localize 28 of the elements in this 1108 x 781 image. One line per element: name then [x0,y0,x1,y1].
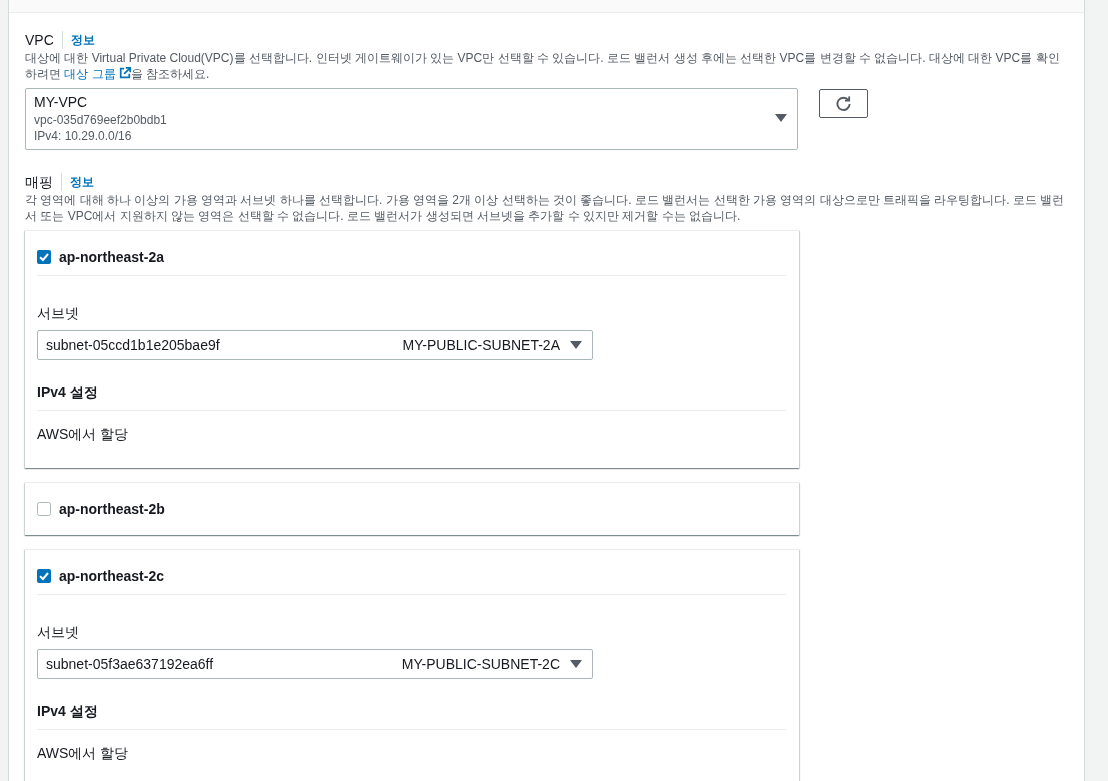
caret-down-icon [570,660,582,668]
subnet-label: 서브넷 [37,623,79,642]
mapping-description: 각 영역에 대해 하나 이상의 가용 영역과 서브넷 하나를 선택합니다. 가용 영역을 2개 이상 선택하는 것이 좋습니다. 로드 밸런서는 선택한 가용 영역의 대상으로만 트래픽을 라우팅합니다. 로드 밸런서 또는 VPC에서 지원하지 않는 영역은 선택할 수 없습니다. 로드 밸런서가 생성되면 서브넷을 추가할 수 있지만 제거할 수는 없습니다. [25,192,1065,224]
external-link-icon [118,67,131,79]
zone-name: ap-northeast-2b [59,500,165,519]
checkbox[interactable] [37,502,51,516]
vpc-description: 대상에 대한 Virtual Private Cloud(VPC)를 선택합니다. 인터넷 게이트웨이가 있는 VPC만 선택할 수 있습니다. 로드 밸런서 생성 후에는 선택한 VPC를 변경할 수 없습니다. 대상에 대한 VPC를 확인하려면 대상 그룹 을 참조하세요. [25,50,1061,82]
zone-name: ap-northeast-2a [59,248,165,267]
ipv4-settings-heading: IPv4 설정 [37,702,98,721]
ipv4-settings-value: AWS에서 할당 [37,425,129,444]
caret-down-icon [775,114,787,122]
checkbox[interactable] [37,250,51,264]
subnet-label: 서브넷 [37,304,79,323]
target-group-link[interactable]: 대상 그룹 [64,67,131,81]
subnet-select[interactable]: subnet-05ccd1b1e205bae9f MY-PUBLIC-SUBNET-2A [37,330,593,360]
vpc-label: VPC [25,31,54,50]
refresh-icon [835,95,852,112]
mapping-label: 매핑 [25,173,53,192]
vpc-select[interactable]: MY-VPC vpc-035d769eef2b0bdb1 IPv4: 10.29.0.0/16 [25,88,798,150]
caret-down-icon [570,341,582,349]
ipv4-settings-heading: IPv4 설정 [37,383,98,402]
info-link[interactable]: 정보 [70,172,94,192]
checkbox[interactable] [37,569,51,583]
subnet-select[interactable]: subnet-05f3ae637192ea6ff MY-PUBLIC-SUBNET-2C [37,649,593,679]
refresh-button[interactable] [819,89,868,118]
zone-name: ap-northeast-2c [59,567,165,586]
info-link[interactable]: 정보 [70,30,95,50]
ipv4-settings-value: AWS에서 할당 [37,744,129,763]
